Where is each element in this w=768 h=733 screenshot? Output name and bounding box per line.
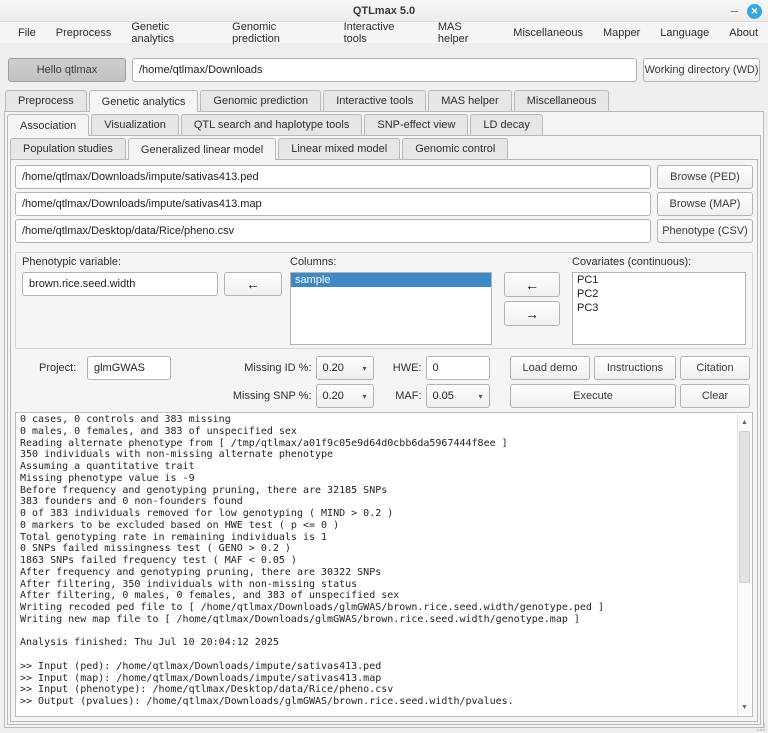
list-item[interactable]: PC3 [573,301,745,315]
menu-preprocess[interactable]: Preprocess [46,25,122,41]
map-path-input[interactable] [15,192,651,216]
analysis-settings: Project: Missing ID %: 0.20 ▾ HWE: Load … [39,356,750,408]
missing-snp-dropdown[interactable]: 0.20 ▾ [316,384,374,408]
tab-visualization[interactable]: Visualization [91,114,179,135]
ped-path-input[interactable] [15,165,651,189]
missing-snp-label: Missing SNP %: [192,390,312,402]
scroll-down-icon[interactable]: ▼ [738,700,751,714]
assign-phenotype-arrow-left-button[interactable]: ← [224,272,282,296]
clear-button[interactable]: Clear [680,384,750,408]
menu-mapper[interactable]: Mapper [593,25,650,41]
tab-association[interactable]: Association [7,114,89,136]
menu-miscellaneous[interactable]: Miscellaneous [503,25,593,41]
list-item[interactable]: sample [291,273,491,287]
missing-id-dropdown[interactable]: 0.20 ▾ [316,356,374,380]
map-file-row: Browse (MAP) [15,192,753,216]
app-window: QTLmax 5.0 – ✕ File Preprocess Genetic a… [0,0,768,733]
glm-content-panel: Browse (PED) Browse (MAP) Phenotype (CSV… [10,159,758,722]
tab-mas-helper[interactable]: MAS helper [428,90,511,111]
tab-ld-decay[interactable]: LD decay [470,114,542,135]
window-controls: – ✕ [731,0,762,22]
tab-genomic-control[interactable]: Genomic control [402,138,508,159]
console-output-text: 0 cases, 0 controls and 383 missing 0 ma… [16,413,752,710]
move-right-arrow-button[interactable]: → [504,301,560,326]
covariates-label: Covariates (continuous): [572,256,746,272]
phenotypic-variable-input[interactable] [22,272,218,296]
phenotype-selection-group: Phenotypic variable: ← Columns: sample [15,252,753,349]
columns-label: Columns: [290,256,492,272]
tab-miscellaneous[interactable]: Miscellaneous [514,90,610,111]
analytics-tab-bar: Association Visualization QTL search and… [7,114,763,135]
menu-file[interactable]: File [8,25,46,41]
tab-linear-mixed-model[interactable]: Linear mixed model [278,138,400,159]
browse-ped-button[interactable]: Browse (PED) [657,165,753,189]
chevron-down-icon: ▾ [362,392,366,401]
tab-snp-effect-view[interactable]: SNP-effect view [364,114,468,135]
association-tab-bar: Population studies Generalized linear mo… [10,138,760,159]
close-icon[interactable]: ✕ [747,4,762,19]
menu-genomic-prediction[interactable]: Genomic prediction [222,19,333,47]
tab-genomic-prediction[interactable]: Genomic prediction [200,90,321,111]
phenotypic-variable-label: Phenotypic variable: [22,256,282,272]
scrollbar-thumb[interactable] [739,431,750,583]
phenotype-file-row: Phenotype (CSV) [15,219,753,243]
tab-generalized-linear-model[interactable]: Generalized linear model [128,138,276,160]
maf-dropdown[interactable]: 0.05 ▾ [426,384,490,408]
menu-interactive-tools[interactable]: Interactive tools [334,19,428,47]
menu-language[interactable]: Language [650,25,719,41]
missing-snp-value: 0.20 [323,390,344,402]
working-directory-input[interactable] [132,58,637,82]
covariates-listbox[interactable]: PC1 PC2 PC3 [572,272,746,345]
title-bar[interactable]: QTLmax 5.0 – ✕ [0,0,768,22]
window-title: QTLmax 5.0 [353,5,415,17]
project-input[interactable] [87,356,171,380]
tab-interactive-tools[interactable]: Interactive tools [323,90,426,111]
phenotype-path-input[interactable] [15,219,651,243]
genetic-analytics-panel: Association Visualization QTL search and… [4,111,764,728]
tab-qtl-search-haplotype[interactable]: QTL search and haplotype tools [181,114,363,135]
missing-id-label: Missing ID %: [192,362,312,374]
project-label: Project: [39,362,83,374]
list-item[interactable]: PC1 [573,273,745,287]
working-directory-row: Hello qtlmax Working directory (WD) [8,58,760,82]
ped-file-row: Browse (PED) [15,165,753,189]
menu-about[interactable]: About [719,25,768,41]
instructions-button[interactable]: Instructions [594,356,676,380]
tab-genetic-analytics[interactable]: Genetic analytics [89,90,199,112]
hwe-label: HWE: [378,362,422,374]
citation-button[interactable]: Citation [680,356,750,380]
load-demo-button[interactable]: Load demo [510,356,590,380]
maf-label: MAF: [378,390,422,402]
execute-button[interactable]: Execute [510,384,676,408]
tab-population-studies[interactable]: Population studies [10,138,126,159]
move-left-arrow-button[interactable]: ← [504,272,560,297]
analysis-log-console[interactable]: 0 cases, 0 controls and 383 missing 0 ma… [15,412,753,717]
menu-genetic-analytics[interactable]: Genetic analytics [121,19,222,47]
chevron-down-icon: ▾ [362,364,366,373]
association-panel: Population studies Generalized linear mo… [7,135,761,725]
menu-mas-helper[interactable]: MAS helper [428,19,503,47]
main-tab-bar: Preprocess Genetic analytics Genomic pre… [5,90,764,111]
browse-map-button[interactable]: Browse (MAP) [657,192,753,216]
console-scrollbar[interactable]: ▲ ▼ [737,414,751,715]
chevron-down-icon: ▾ [478,392,482,401]
phenotype-csv-button[interactable]: Phenotype (CSV) [657,219,753,243]
tab-preprocess[interactable]: Preprocess [5,90,87,111]
hello-user-button[interactable]: Hello qtlmax [8,58,126,82]
missing-id-value: 0.20 [323,362,344,374]
columns-listbox[interactable]: sample [290,272,492,345]
menu-bar: File Preprocess Genetic analytics Genomi… [0,22,768,43]
working-directory-button[interactable]: Working directory (WD) [643,58,760,82]
minimize-icon[interactable]: – [731,6,738,16]
hwe-input[interactable] [426,356,490,380]
maf-value: 0.05 [433,390,454,402]
scroll-up-icon[interactable]: ▲ [738,415,751,429]
list-item[interactable]: PC2 [573,287,745,301]
